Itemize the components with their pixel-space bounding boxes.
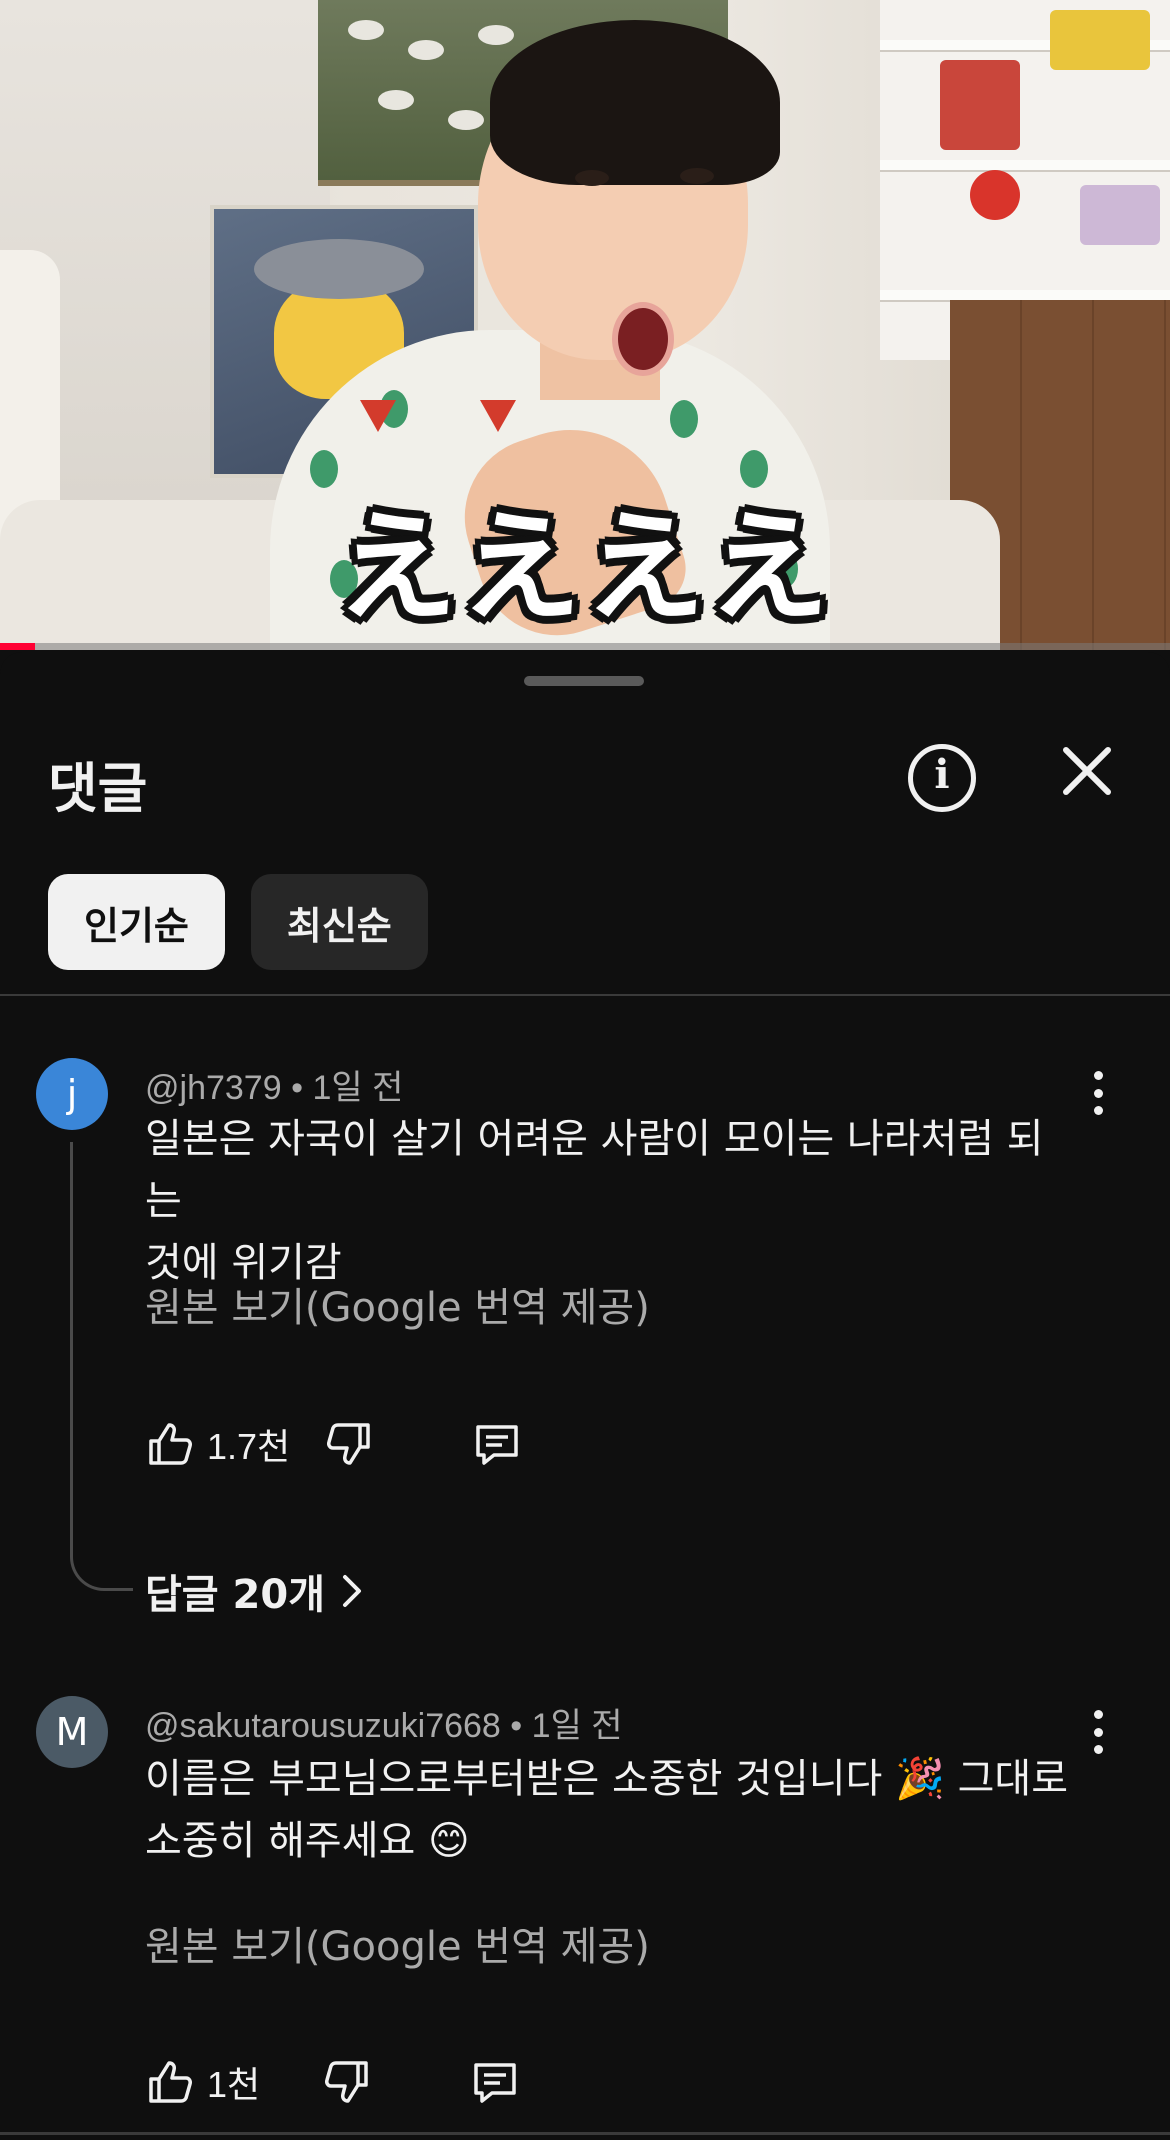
- smiling-face-emoji: 😊: [428, 1818, 470, 1864]
- person-hair: [490, 20, 780, 185]
- like-count: 1.7천: [207, 1426, 291, 1467]
- chip-top[interactable]: 인기순: [48, 874, 225, 970]
- left-eye: [575, 170, 609, 186]
- avatar[interactable]: j: [36, 1058, 108, 1130]
- panel-title: 댓글: [48, 757, 148, 820]
- comment-icon[interactable]: [472, 1419, 522, 1469]
- video-player[interactable]: ええええ: [0, 0, 1170, 650]
- replies-label: 답글 20개: [145, 1572, 325, 1618]
- comment-text: 이름은 부모님으로부터받은 소중한 것입니다 🎉 그대로 소중히 해주세요 😊: [145, 1748, 1075, 1872]
- chip-newest[interactable]: 최신순: [250, 874, 428, 970]
- see-original-link[interactable]: 원본 보기(Google 번역 제공): [145, 1275, 650, 1333]
- comment-text-line: 일본은 자국이 살기 어려운 사람이 모이는 나라처럼 되는: [145, 1116, 1044, 1224]
- close-icon[interactable]: [1052, 736, 1122, 806]
- view-replies-button[interactable]: 답글 20개: [145, 1562, 365, 1620]
- more-vertical-icon[interactable]: [1080, 1063, 1116, 1123]
- chevron-right-icon: [343, 1575, 361, 1607]
- comment-text-line: 이름은 부모님으로부터받은 소중한 것입니다 🎉 그대로: [145, 1748, 1075, 1810]
- right-eye: [680, 168, 714, 184]
- comment-text-segment: 그대로: [957, 1756, 1069, 1802]
- more-vertical-icon[interactable]: [1080, 1702, 1116, 1762]
- sort-chips: 인기순 최신순: [48, 874, 428, 970]
- drag-handle[interactable]: [524, 676, 644, 686]
- comment-text-line: 소중히 해주세요 😊: [145, 1810, 1075, 1872]
- divider: [0, 994, 1170, 996]
- comment-actions: 1.7천: [145, 1418, 522, 1470]
- comment-text: 일본은 자국이 살기 어려운 사람이 모이는 나라처럼 되는 것에 위기감: [145, 1108, 1075, 1294]
- comment-text-segment: 소중히 해주세요: [145, 1818, 416, 1864]
- video-caption: ええええ: [337, 499, 833, 638]
- meta-separator: •: [291, 1069, 303, 1107]
- comment-meta: @jh7379 • 1일 전: [145, 1060, 403, 1109]
- open-mouth: [612, 302, 674, 376]
- thumbs-down-icon[interactable]: [324, 1419, 374, 1469]
- comment-author[interactable]: @jh7379: [145, 1069, 282, 1107]
- meta-separator: •: [510, 1707, 523, 1745]
- progress-bar-track[interactable]: [0, 643, 1170, 650]
- progress-bar-fill: [0, 643, 36, 650]
- thumbs-down-icon[interactable]: [322, 2057, 372, 2107]
- bottom-divider: [0, 2132, 1170, 2135]
- like-count: 1천: [207, 2064, 261, 2105]
- comment-time: 1일 전: [312, 1069, 404, 1107]
- comment-time: 1일 전: [531, 1707, 623, 1745]
- comment-icon[interactable]: [470, 2057, 520, 2107]
- party-popper-emoji: 🎉: [895, 1756, 945, 1802]
- comment-text-segment: 이름은 부모님으로부터받은 소중한 것입니다: [145, 1756, 883, 1802]
- thumbs-up-icon[interactable]: [145, 1419, 195, 1469]
- comment-actions: 1천: [145, 2056, 520, 2108]
- reply-thread-line: [70, 1142, 133, 1591]
- thumbs-up-icon[interactable]: [145, 2057, 195, 2107]
- see-original-link[interactable]: 원본 보기(Google 번역 제공): [145, 1914, 650, 1972]
- comment-meta: @sakutarousuzuki7668 • 1일 전: [145, 1698, 623, 1747]
- avatar[interactable]: M: [36, 1696, 108, 1768]
- info-icon[interactable]: i: [908, 744, 976, 812]
- comment-author[interactable]: @sakutarousuzuki7668: [145, 1707, 501, 1745]
